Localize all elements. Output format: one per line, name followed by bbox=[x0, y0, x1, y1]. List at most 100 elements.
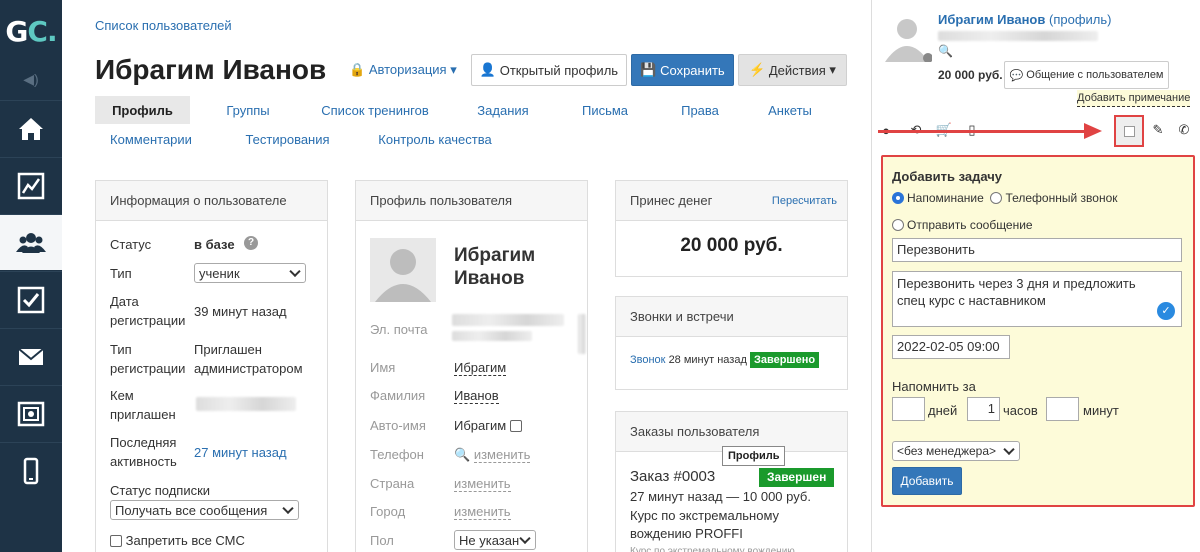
add-task-form: Добавить задачу Напоминание Телефонный з… bbox=[881, 155, 1195, 507]
subscription-label: Статус подписки bbox=[110, 483, 211, 498]
email-redacted bbox=[452, 314, 564, 326]
task-date-input[interactable]: 2022-02-05 09:00 bbox=[892, 335, 1010, 359]
subscription-select[interactable]: Получать все сообщения bbox=[110, 500, 299, 520]
add-note-link[interactable]: Добавить примечание bbox=[1077, 90, 1191, 107]
profile-first-name: Ибрагим bbox=[454, 245, 536, 266]
minutes-label: минут bbox=[1083, 403, 1119, 418]
last-name-value[interactable]: Иванов bbox=[454, 388, 499, 404]
reg-type-value-2: администратором bbox=[194, 361, 303, 376]
breadcrumb[interactable]: Список пользователей bbox=[95, 18, 232, 33]
tab-groups[interactable]: Группы bbox=[193, 96, 303, 124]
tab-tests[interactable]: Тестирования bbox=[235, 125, 340, 153]
tab-comments[interactable]: Комментарии bbox=[95, 125, 207, 153]
status-label: Статус bbox=[110, 237, 152, 252]
tab-forms[interactable]: Анкеты bbox=[750, 96, 830, 124]
panel-title: Звонки и встречи bbox=[616, 297, 847, 337]
manager-select[interactable]: <без менеджера> bbox=[892, 441, 1020, 461]
check-circle-icon: ✓ bbox=[1157, 302, 1175, 320]
order-link[interactable]: Заказ #0003 bbox=[630, 467, 715, 486]
tab-quality[interactable]: Контроль качества bbox=[370, 125, 500, 153]
days-input[interactable] bbox=[892, 397, 925, 421]
logo[interactable]: G C. bbox=[0, 0, 62, 62]
side-user-name[interactable]: Ибрагим Иванов bbox=[938, 12, 1045, 27]
open-profile-button[interactable]: 👤 Открытый профиль bbox=[471, 54, 627, 86]
recalculate-link[interactable]: Пересчитать bbox=[772, 195, 837, 207]
speaker-icon[interactable]: ◀) bbox=[0, 64, 62, 94]
profile-last-name: Иванов bbox=[454, 268, 525, 289]
orders-panel: Заказы пользователя Заказ #0003 Завершен… bbox=[615, 411, 848, 552]
tool-add-task-button[interactable] bbox=[1114, 115, 1144, 147]
help-icon[interactable]: ? bbox=[244, 236, 258, 250]
save-button[interactable]: 💾 Сохранить bbox=[631, 54, 734, 86]
order-desc: Курс по экстремальному bbox=[630, 508, 780, 523]
reg-date-label-2: регистрации bbox=[110, 313, 186, 328]
type-label: Тип bbox=[110, 266, 132, 281]
message-radio[interactable] bbox=[892, 219, 904, 231]
call-link[interactable]: Звонок bbox=[630, 354, 666, 366]
panel-title: Принес денег Пересчитать bbox=[616, 181, 847, 221]
chat-button[interactable]: 💬 Общение с пользователем bbox=[1004, 61, 1169, 89]
nav-phone-icon[interactable] bbox=[0, 442, 62, 498]
tab-assignments[interactable]: Задания bbox=[453, 96, 553, 124]
minutes-input[interactable] bbox=[1046, 397, 1079, 421]
invited-by-redacted bbox=[196, 397, 296, 411]
task-title: Добавить задачу bbox=[892, 169, 1003, 184]
city-change-link[interactable]: изменить bbox=[454, 504, 511, 520]
chat-icon: 💬 bbox=[1009, 69, 1024, 82]
sms-checkbox[interactable] bbox=[110, 535, 122, 547]
actions-button[interactable]: ⚡ Действия ▾ bbox=[738, 54, 847, 86]
phone-label: Телефон bbox=[370, 447, 424, 462]
invited-label-2: приглашен bbox=[110, 407, 176, 422]
hours-input[interactable]: 1 bbox=[967, 397, 1000, 421]
first-name-value[interactable]: Ибрагим bbox=[454, 360, 507, 376]
nav-chart-icon[interactable] bbox=[0, 157, 62, 213]
reg-type-label: Тип bbox=[110, 342, 132, 357]
arrow-head bbox=[1084, 123, 1102, 139]
avatar bbox=[370, 238, 436, 302]
reg-type-value: Приглашен bbox=[194, 342, 262, 357]
money-panel: Принес денег Пересчитать 20 000 руб. bbox=[615, 180, 848, 277]
tab-profile[interactable]: Профиль bbox=[95, 96, 190, 124]
user-side-panel: Ибрагим Иванов (профиль) 🔍 20 000 руб. 💬… bbox=[871, 0, 1200, 552]
nav-users-icon[interactable] bbox=[0, 214, 62, 270]
task-text-input[interactable]: Перезвонить через 3 дня и предложить спе… bbox=[892, 271, 1182, 327]
nav-home-icon[interactable] bbox=[0, 100, 62, 156]
tab-trainings[interactable]: Список тренингов bbox=[305, 96, 445, 124]
last-activity-label-2: активность bbox=[110, 454, 177, 469]
main-nav: G C. ◀) bbox=[0, 0, 62, 552]
reminder-radio[interactable] bbox=[892, 192, 904, 204]
side-search-icon[interactable]: 🔍 bbox=[938, 42, 953, 61]
last-name-label: Фамилия bbox=[370, 388, 426, 403]
tool-call-icon[interactable]: ✆ bbox=[1170, 118, 1198, 142]
nav-safe-icon[interactable] bbox=[0, 385, 62, 441]
first-name-label: Имя bbox=[370, 360, 396, 375]
phone-change-link[interactable]: изменить bbox=[473, 447, 531, 463]
side-profile-link[interactable]: (профиль) bbox=[1049, 12, 1111, 27]
city-label: Город bbox=[370, 504, 406, 519]
hours-label: часов bbox=[1003, 403, 1038, 418]
add-task-button[interactable]: Добавить bbox=[892, 467, 962, 495]
calls-panel: Звонки и встречи Звонок 28 минут назад З… bbox=[615, 296, 848, 390]
order-desc-2: вождению PROFFI bbox=[630, 526, 743, 541]
tooltip: Профиль bbox=[722, 446, 786, 466]
side-avatar bbox=[885, 19, 932, 62]
task-subject-input[interactable]: Перезвонить bbox=[892, 238, 1182, 262]
search-icon: 🔍 bbox=[454, 447, 471, 462]
last-activity-link[interactable]: 27 минут назад bbox=[194, 443, 287, 462]
auth-dropdown[interactable]: 🔒 Авторизация ▾ bbox=[349, 62, 457, 78]
reg-type-label-2: регистрации bbox=[110, 361, 186, 376]
nav-mail-icon[interactable] bbox=[0, 328, 62, 384]
call-radio[interactable] bbox=[990, 192, 1003, 204]
country-change-link[interactable]: изменить bbox=[454, 476, 511, 492]
bolt-icon: ⚡ bbox=[749, 62, 766, 77]
tool-pencil-icon[interactable]: ✎ bbox=[1144, 118, 1172, 142]
gender-select[interactable]: Не указан bbox=[454, 530, 536, 550]
auto-name-checkbox[interactable] bbox=[509, 420, 522, 432]
nav-tasks-icon[interactable] bbox=[0, 271, 62, 327]
country-label: Страна bbox=[370, 476, 415, 491]
tab-letters[interactable]: Письма bbox=[565, 96, 645, 124]
tab-rights[interactable]: Права bbox=[660, 96, 740, 124]
main-content: Список пользователей Ибрагим Иванов 🔒 Ав… bbox=[62, 0, 870, 552]
call-status-badge: Завершено bbox=[749, 352, 820, 368]
type-select[interactable]: ученик bbox=[194, 263, 306, 283]
